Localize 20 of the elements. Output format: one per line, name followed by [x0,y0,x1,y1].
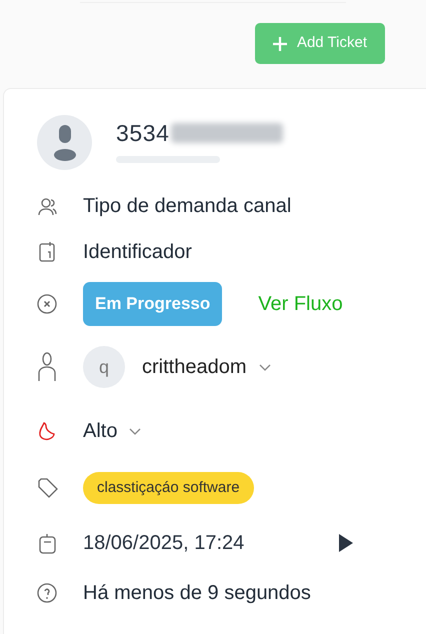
chevron-down-icon [129,428,142,434]
people-icon [37,196,59,216]
plus-icon [272,36,287,50]
avatar-initial: q [83,346,125,388]
cancel-icon [37,294,59,314]
tag-chip: classtiçaçáo software [83,472,254,504]
ticket-number: 3534 [116,118,170,148]
field-text: Tipo de demanda canal [83,194,292,219]
tag-icon [37,477,59,499]
play-icon[interactable] [338,533,354,553]
priority-value[interactable]: Alto [83,416,118,446]
field-text: Há menos de 9 segundos [83,581,311,606]
chevron-down-icon [258,364,270,370]
assignee-name[interactable]: crittheadom [142,352,246,382]
help-icon [37,583,59,603]
date-text: 18/06/2025, 17:24 [83,531,246,556]
field-text: Identificador [83,240,192,264]
view-flow-link[interactable]: Ver Fluxo [258,289,343,319]
status-badge[interactable]: Em Progresso [83,282,222,326]
add-ticket-button[interactable]: Add Ticket [254,23,385,64]
